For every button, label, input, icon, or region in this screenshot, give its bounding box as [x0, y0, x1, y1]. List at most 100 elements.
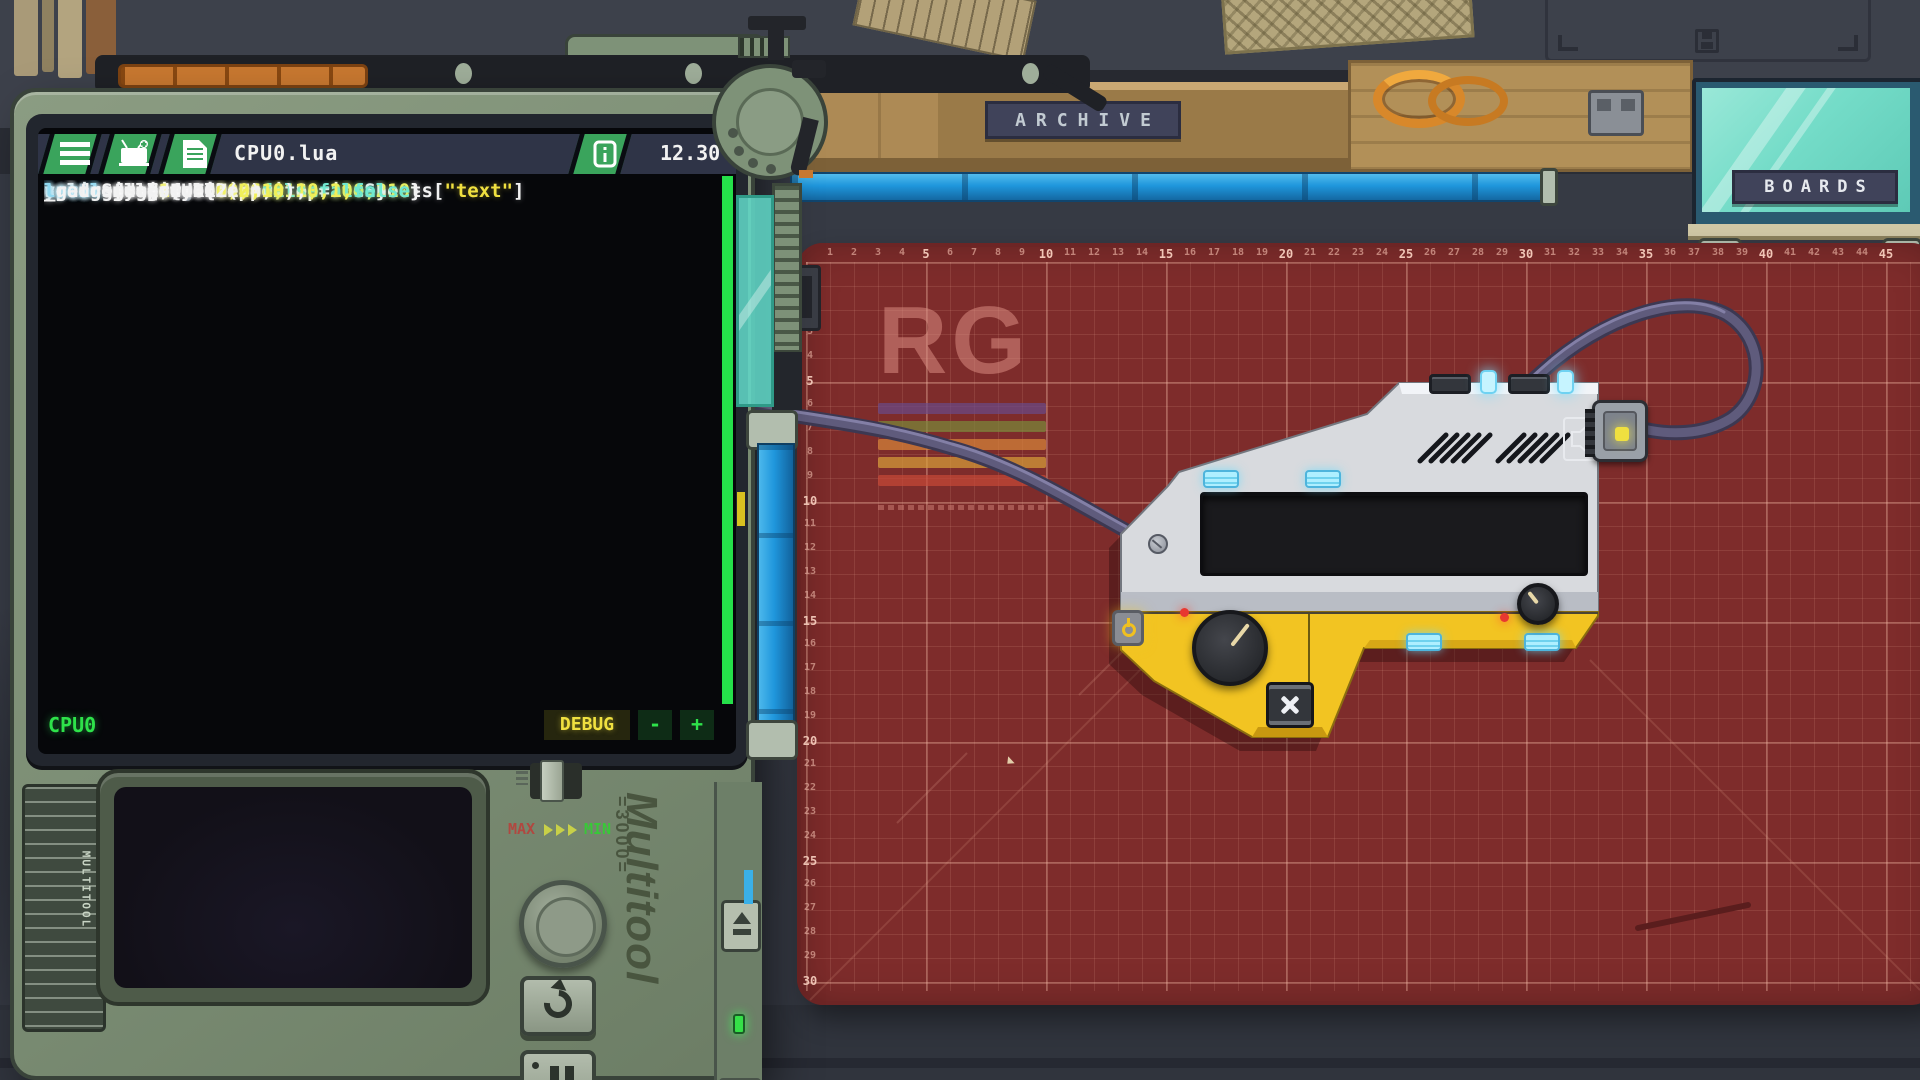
pause-button[interactable] — [520, 1050, 596, 1080]
eject-icon — [733, 912, 751, 924]
info-icon — [579, 134, 621, 174]
woven-basket — [1219, 0, 1474, 55]
orange-cable-coil — [1428, 76, 1508, 126]
pipe-cap — [1540, 168, 1558, 206]
scrollbar-thumb[interactable] — [722, 176, 733, 704]
plug-led — [1615, 427, 1629, 441]
knob-pointer — [1527, 591, 1539, 604]
gadget-top-port[interactable] — [1508, 374, 1550, 394]
hamburger-menu-icon — [49, 134, 91, 174]
power-button[interactable] — [1112, 610, 1144, 646]
floppy-icon — [1695, 29, 1719, 53]
mount-hole — [455, 63, 472, 84]
hinge-bracket-stem — [768, 26, 784, 60]
close-button[interactable] — [1266, 682, 1314, 728]
pause-icon — [550, 1066, 559, 1080]
mount-hole — [1022, 63, 1039, 84]
volume-knob[interactable] — [519, 880, 607, 968]
power-led — [733, 1014, 745, 1034]
side-rail — [714, 782, 762, 1080]
restart-button[interactable] — [520, 976, 596, 1036]
power-icon-stem — [1127, 618, 1130, 627]
volume-scale: MAX MIN — [508, 820, 618, 840]
archive-plaque: ARCHIVE — [985, 101, 1181, 139]
mat-guides — [797, 243, 1920, 1005]
hinge-hub — [736, 88, 804, 156]
editor-screen: CPU0.lua 12.30 -- Retro Gadgetsvc = gdt.… — [38, 128, 736, 754]
pipe-sliver — [744, 870, 753, 904]
hinge-screw — [734, 146, 744, 156]
red-led — [1500, 613, 1509, 622]
cutting-mat: 1234567891011121314151617181920212223242… — [797, 243, 1920, 1005]
knob-pointer — [1230, 623, 1250, 647]
editor-bezel: CPU0.lua 12.30 -- Retro Gadgetsvc = gdt.… — [26, 114, 748, 770]
editor-titlebar: CPU0.lua 12.30 — [38, 134, 736, 174]
plug-bracket — [1585, 409, 1595, 457]
chevron-icon — [556, 824, 565, 836]
eject-button[interactable] — [721, 900, 761, 952]
menu-tab[interactable] — [38, 134, 101, 174]
gadget-knob-small[interactable] — [1517, 583, 1559, 625]
list-icon — [516, 771, 528, 785]
mount-hole — [685, 63, 702, 84]
wooden-ruler-prop — [852, 0, 1036, 62]
video-screen[interactable] — [114, 787, 472, 988]
blue-pipe-vertical — [757, 443, 795, 725]
chevron-icon — [544, 824, 553, 836]
binder — [58, 0, 82, 78]
orange-cable-run — [118, 64, 368, 88]
editor-statusbar: CPU0 DEBUG - + — [44, 710, 724, 742]
brand-model: =3000= — [611, 796, 632, 916]
pause-dot-icon — [532, 1062, 539, 1069]
gadget-top-port[interactable] — [1429, 374, 1471, 394]
hinge-screw — [748, 158, 758, 168]
clamp-tip — [799, 170, 813, 178]
boards-cabinet[interactable]: BOARDS — [1692, 78, 1920, 228]
info-tab[interactable] — [568, 134, 631, 174]
slider-knob[interactable] — [540, 760, 564, 802]
clock: 12.30 — [660, 141, 720, 165]
eject-icon-bar — [733, 929, 751, 935]
restart-icon — [538, 984, 577, 1023]
blue-clip-connector[interactable] — [1203, 470, 1239, 488]
toothed-rail — [772, 183, 802, 353]
rail-gap — [772, 352, 802, 410]
font-increase-button[interactable]: + — [680, 710, 714, 740]
hinge-screw — [766, 164, 776, 174]
save-dropzone[interactable] — [1545, 0, 1871, 62]
blue-clip-connector[interactable] — [1524, 633, 1560, 651]
multitool-device: CPU0.lua 12.30 -- Retro Gadgetsvc = gdt.… — [10, 88, 755, 1080]
retro-gadgets-workbench: ARCHIVE BOARDS 1234567891011121314151617… — [0, 0, 1920, 1080]
cable-plug[interactable] — [1592, 400, 1648, 462]
mode-slider[interactable] — [516, 759, 586, 803]
blue-clip-connector[interactable] — [1406, 633, 1442, 651]
gadget-lcd-screen[interactable] — [1200, 492, 1588, 576]
gadget-knob-large[interactable] — [1192, 610, 1268, 686]
document-tab[interactable] — [158, 134, 221, 174]
gadget-icon — [109, 134, 151, 174]
pipe-elbow — [746, 720, 798, 760]
spec-plate: MULTITOOL — [22, 784, 106, 1032]
blue-clip-connector[interactable] — [1305, 470, 1341, 488]
font-decrease-button[interactable]: - — [638, 710, 672, 740]
glass-streak — [736, 199, 774, 407]
volume-min-label: MIN — [584, 820, 611, 838]
cyan-led — [1557, 370, 1574, 394]
bracket-icon — [1558, 35, 1578, 51]
debug-toggle[interactable]: DEBUG — [544, 710, 630, 740]
small-device — [1588, 90, 1644, 136]
binder — [42, 0, 54, 72]
binder — [14, 0, 38, 76]
glass-ruler[interactable] — [736, 195, 774, 407]
editor-filename: CPU0.lua — [234, 141, 338, 165]
volume-max-label: MAX — [508, 820, 535, 838]
hinge-screw — [728, 128, 738, 138]
code-editor[interactable]: -- Retro Gadgetsvc = gdt.VideoChip0cpu =… — [44, 180, 720, 698]
code-line[interactable]: _gadgets = {vec2(0,18),0,1,false} — [44, 180, 422, 206]
red-led — [1180, 608, 1189, 617]
spec-plate-label: MULTITOOL — [80, 851, 93, 929]
gadget-tab[interactable] — [98, 134, 161, 174]
scrollbar[interactable] — [722, 176, 733, 704]
blue-pipe-horizontal — [790, 172, 1550, 202]
cyan-led — [1480, 370, 1497, 394]
